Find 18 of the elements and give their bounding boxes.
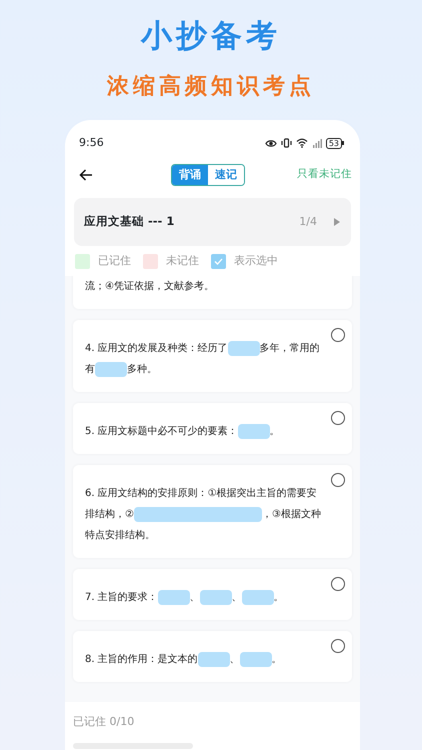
battery-indicator: 53 xyxy=(326,138,344,148)
question-text: 4. 应用文的发展及种类：经历了 多年，常用的有 多种。 xyxy=(85,338,326,380)
legend-label: 表示选中 xyxy=(234,252,278,269)
filter-link[interactable]: 只看未记住 xyxy=(297,167,352,183)
page-counter: 1/4 xyxy=(299,214,317,230)
progress-text: 已记住 0/10 xyxy=(73,714,134,730)
status-time: 9:56 xyxy=(79,134,104,151)
app-title: 小抄备考 xyxy=(140,17,282,56)
topic-title: 应用文基础 --- 1 xyxy=(84,213,174,230)
subtitle: 浓缩高频知识考点 xyxy=(106,72,316,101)
mode-tab[interactable]: 背诵 xyxy=(172,164,208,186)
question-text: 8. 主旨的作用：是文本的 、 。 xyxy=(85,649,326,670)
question-text: 7. 主旨的要求： 、 、 。 xyxy=(85,587,326,608)
question-text: 流；④凭证依据，文献参考。 xyxy=(85,280,215,294)
question-text: 6. 应用文结构的安排原则：①根据突出主旨的需要安排结构，② ，③根据文种特点安排结构。 xyxy=(85,486,322,543)
legend-label: 已记住 xyxy=(98,252,131,269)
question-text: 5. 应用文标题中必不可少的要素： 。 xyxy=(85,421,326,442)
legend-label: 未记住 xyxy=(166,252,199,269)
